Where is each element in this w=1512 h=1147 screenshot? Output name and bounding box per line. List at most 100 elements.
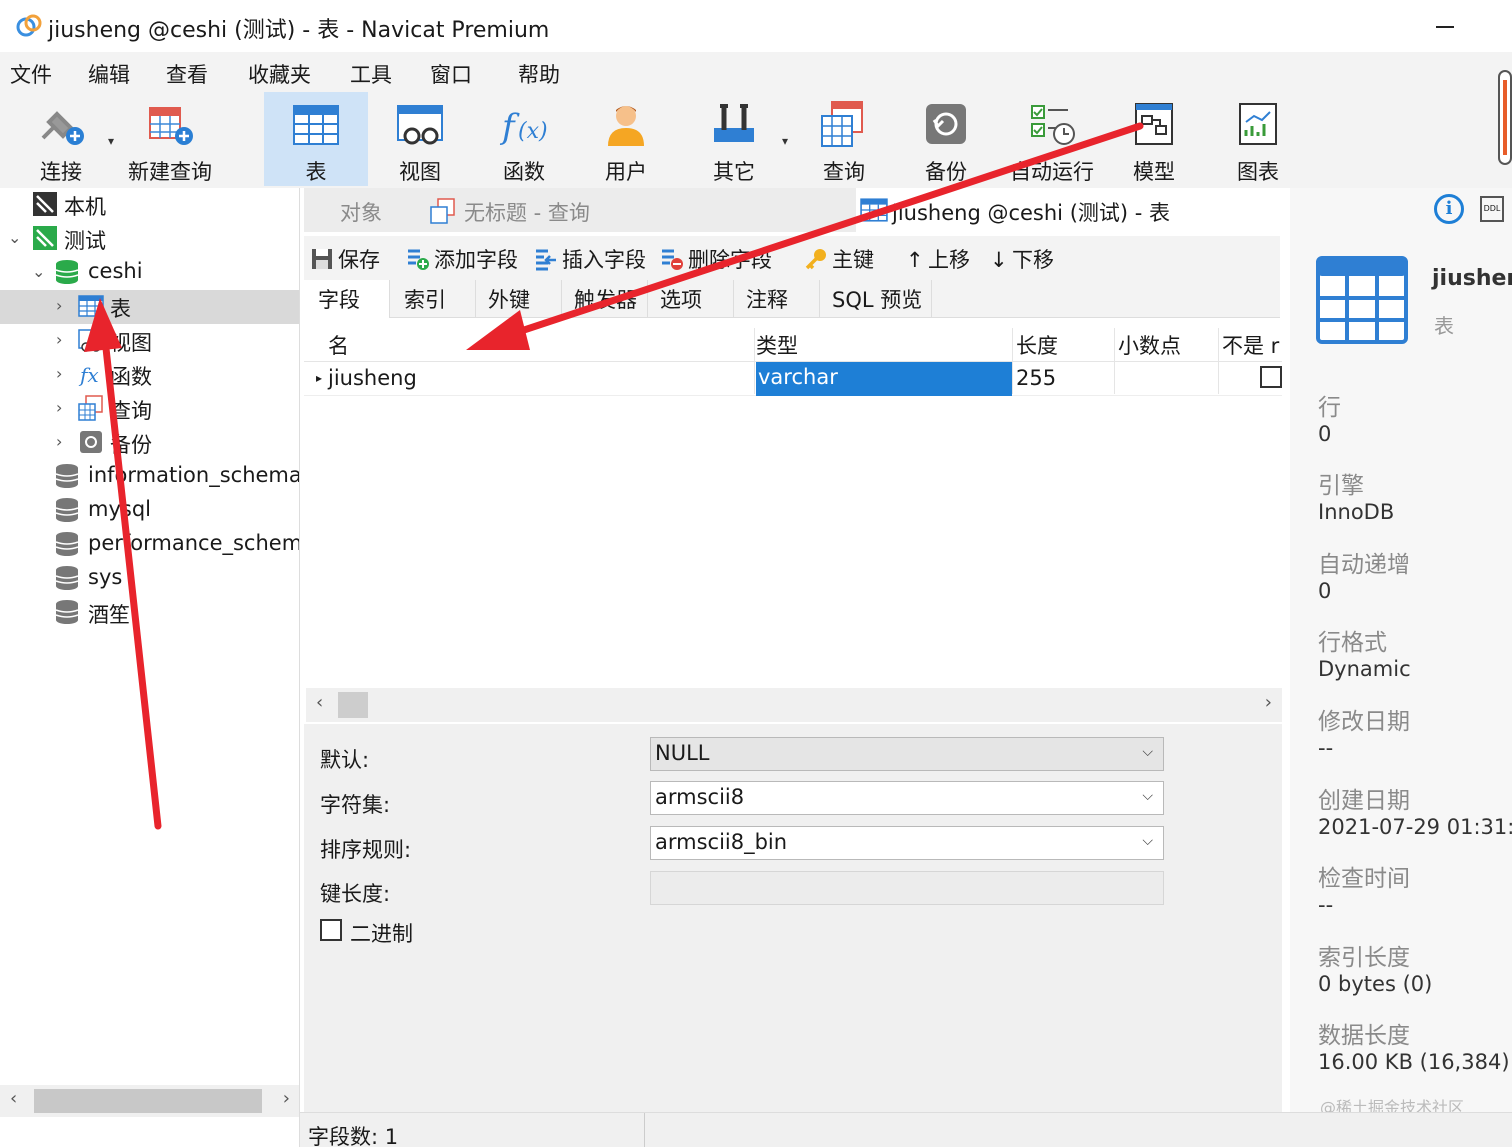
tree-item-tables[interactable]: › 表 <box>0 290 299 324</box>
tab-sql-preview[interactable]: SQL 预览 <box>820 280 932 318</box>
insert-field-icon <box>536 249 556 271</box>
field-length-cell[interactable]: 255 <box>1016 366 1056 390</box>
tree-item-queries[interactable]: › 查询 <box>0 392 299 426</box>
tree-item-local[interactable]: 本机 <box>0 188 299 222</box>
tree-item-database[interactable]: mysql <box>0 494 299 528</box>
col-decimals-header[interactable]: 小数点 <box>1118 330 1181 360</box>
col-name-header[interactable]: 名 <box>328 330 349 360</box>
query-button[interactable]: 查询 <box>798 92 890 186</box>
other-dropdown-icon[interactable]: ▾ <box>782 134 788 148</box>
tree-item-database-ceshi[interactable]: ⌄ ceshi <box>0 256 299 290</box>
tab-untitled-query[interactable]: 无标题 - 查询 <box>424 188 854 232</box>
menu-bar: 文件 编辑 查看 收藏夹 工具 窗口 帮助 <box>0 52 1512 92</box>
object-name: jiushen <box>1432 266 1512 291</box>
scroll-right-icon[interactable]: › <box>1265 692 1272 713</box>
tree-item-backups[interactable]: › 备份 <box>0 426 299 460</box>
ddl-icon[interactable]: DDL <box>1480 196 1504 222</box>
col-type-header[interactable]: 类型 <box>756 330 798 360</box>
add-field-button[interactable]: 添加字段 <box>406 244 518 274</box>
menu-help[interactable]: 帮助 <box>518 59 560 89</box>
chevron-down-icon[interactable]: ⌄ <box>8 228 21 247</box>
tree-horizontal-scrollbar[interactable]: ‹ › <box>0 1085 299 1117</box>
tab-options[interactable]: 选项 <box>648 280 734 318</box>
function-button[interactable]: f (x) 函数 <box>476 92 572 186</box>
table-button[interactable]: 表 <box>264 92 368 186</box>
save-button[interactable]: 保存 <box>310 244 380 274</box>
tree-label: 查询 <box>110 399 152 423</box>
menu-file[interactable]: 文件 <box>10 59 52 89</box>
chevron-right-icon[interactable]: › <box>56 364 62 383</box>
connect-button[interactable]: 连接 <box>20 92 102 186</box>
tree-item-database[interactable]: 酒笙 <box>0 596 299 630</box>
tab-triggers[interactable]: 触发器 <box>562 280 648 318</box>
tab-objects[interactable]: 对象 <box>304 188 422 232</box>
not-null-checkbox[interactable] <box>1260 366 1282 388</box>
grid-horizontal-scrollbar[interactable]: ‹ › <box>306 688 1282 722</box>
tree-label: 函数 <box>110 365 152 389</box>
tree-item-database[interactable]: sys <box>0 562 299 596</box>
chevron-right-icon[interactable]: › <box>56 432 62 451</box>
scroll-thumb[interactable] <box>34 1089 262 1113</box>
backup-button[interactable]: 备份 <box>900 92 992 186</box>
chart-button[interactable]: 图表 <box>1212 92 1304 186</box>
menu-window[interactable]: 窗口 <box>430 59 472 89</box>
tree-item-views[interactable]: › 视图 <box>0 324 299 358</box>
engine-value: InnoDB <box>1318 500 1395 524</box>
model-button[interactable]: 模型 <box>1108 92 1200 186</box>
table-icon <box>1316 256 1408 344</box>
tree-item-database[interactable]: information_schema <box>0 460 299 494</box>
primary-key-button[interactable]: 主键 <box>804 244 874 274</box>
tree-item-functions[interactable]: › fx 函数 <box>0 358 299 392</box>
minimize-button[interactable] <box>1436 12 1458 34</box>
col-length-header[interactable]: 长度 <box>1016 330 1058 360</box>
view-button[interactable]: 视图 <box>372 92 468 186</box>
server-icon <box>33 192 57 216</box>
new-query-button[interactable]: 新建查询 <box>124 92 216 186</box>
rows-key: 行 <box>1318 395 1341 421</box>
collation-select[interactable]: armscii8_bin ⌵ <box>650 826 1164 860</box>
delete-field-button[interactable]: 删除字段 <box>660 244 772 274</box>
col-not-null-header[interactable]: 不是 r <box>1222 330 1279 360</box>
tree-item-connection[interactable]: ⌄ 测试 <box>0 222 299 256</box>
chevron-right-icon[interactable]: › <box>56 296 62 315</box>
menu-edit[interactable]: 编辑 <box>88 59 130 89</box>
default-select[interactable]: NULL ⌵ <box>650 737 1164 771</box>
scroll-left-icon[interactable]: ‹ <box>10 1088 17 1109</box>
scroll-right-icon[interactable]: › <box>283 1088 290 1109</box>
window-title: jiusheng @ceshi (测试) - 表 - Navicat Premi… <box>48 18 550 43</box>
scroll-left-icon[interactable]: ‹ <box>316 692 323 713</box>
charset-select[interactable]: armscii8 ⌵ <box>650 781 1164 815</box>
move-up-button[interactable]: ↑ 上移 <box>906 244 970 274</box>
binary-checkbox[interactable] <box>320 919 342 941</box>
tab-fields[interactable]: 字段 <box>304 280 390 318</box>
table-row[interactable]: ▸ jiusheng varchar 255 <box>304 362 1282 396</box>
key-length-input[interactable] <box>650 871 1164 905</box>
menu-favorites[interactable]: 收藏夹 <box>248 59 311 89</box>
svg-text:fx: fx <box>78 363 99 387</box>
title-bar: jiusheng @ceshi (测试) - 表 - Navicat Premi… <box>0 0 1512 52</box>
field-type-cell[interactable]: varchar <box>756 362 1012 396</box>
menu-tools[interactable]: 工具 <box>350 59 392 89</box>
info-icon[interactable]: i <box>1434 194 1464 224</box>
other-button[interactable]: 其它 <box>686 92 782 186</box>
move-down-button[interactable]: ↓ 下移 <box>990 244 1054 274</box>
connect-dropdown-icon[interactable]: ▾ <box>108 134 114 148</box>
menu-view[interactable]: 查看 <box>166 59 208 89</box>
field-name-cell[interactable]: jiusheng <box>328 366 417 390</box>
insert-field-button[interactable]: 插入字段 <box>534 244 646 274</box>
tab-indexes[interactable]: 索引 <box>390 280 476 318</box>
tab-comments[interactable]: 注释 <box>734 280 820 318</box>
tab-foreign-keys[interactable]: 外键 <box>476 280 562 318</box>
collation-value: armscii8_bin <box>655 830 788 854</box>
tree-item-database[interactable]: performance_schema <box>0 528 299 562</box>
chevron-down-icon[interactable]: ⌄ <box>32 262 45 281</box>
tab-table-design[interactable]: jiusheng @ceshi (测试) - 表 <box>856 188 1280 232</box>
chevron-right-icon[interactable]: › <box>56 330 62 349</box>
user-button[interactable]: 用户 <box>580 92 672 186</box>
primary-key-label: 主键 <box>832 248 874 272</box>
auto-run-button[interactable]: 自动运行 <box>1004 92 1100 186</box>
backup-icon <box>80 431 102 453</box>
chevron-right-icon[interactable]: › <box>56 398 62 417</box>
scroll-thumb[interactable] <box>338 692 368 718</box>
toolbar-scroll-handle[interactable] <box>1498 70 1512 165</box>
